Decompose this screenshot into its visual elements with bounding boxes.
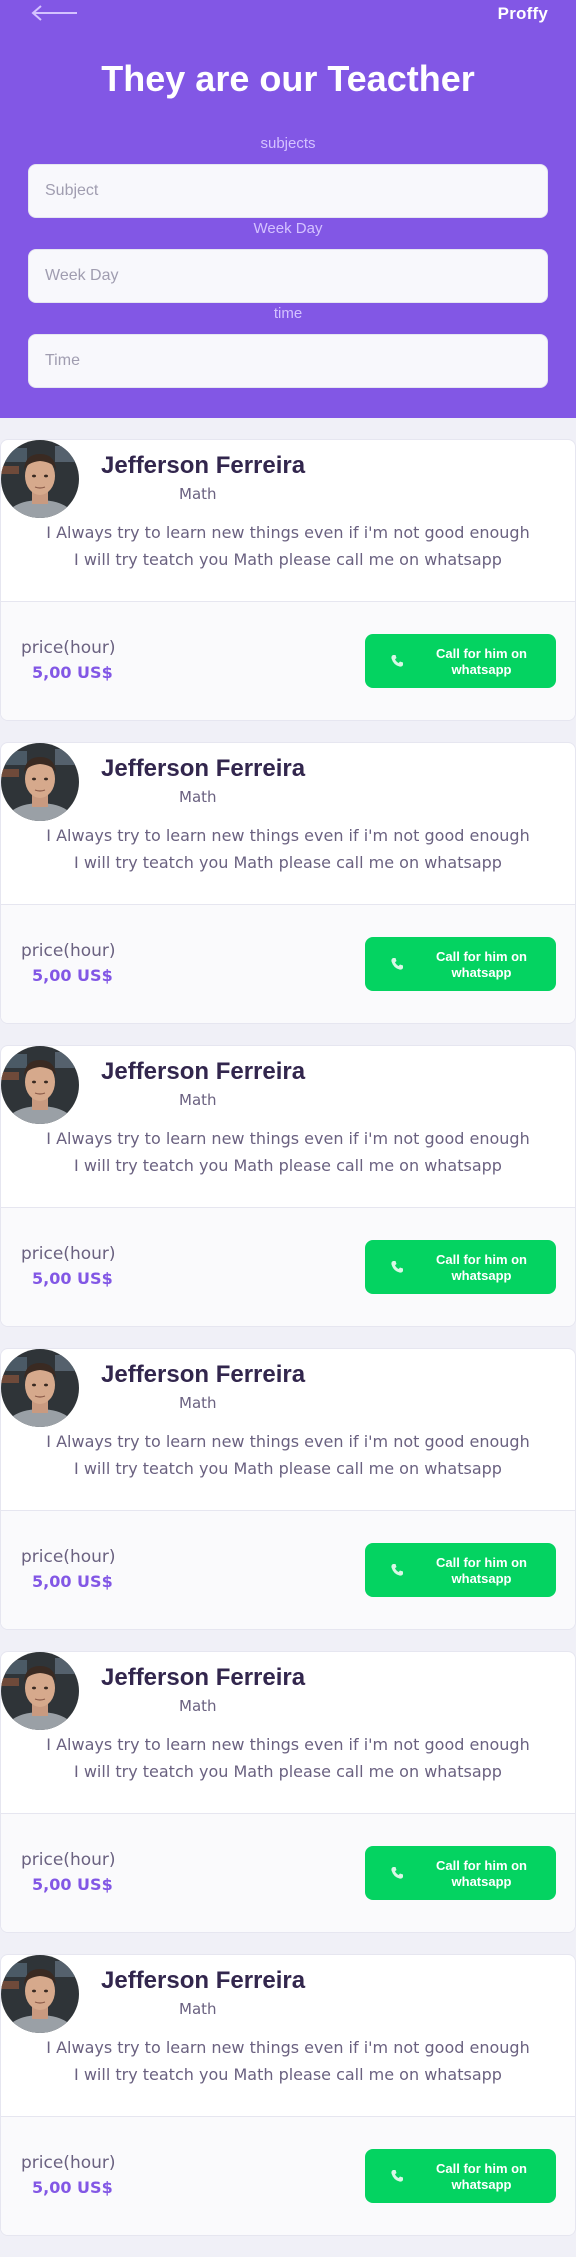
bio-line: I will try teatch you Math please call m… <box>74 853 502 872</box>
subject-label: subjects <box>260 135 316 152</box>
bio-line: I Always try to learn new things even if… <box>46 1735 530 1754</box>
teacher-card: Jefferson Ferreira Math I Always try to … <box>0 1045 576 1327</box>
teacher-name: Jefferson Ferreira <box>101 1058 306 1085</box>
whatsapp-call-button[interactable]: Call for him on whatsapp <box>365 634 556 688</box>
button-label: Call for him on whatsapp <box>436 646 527 677</box>
whatsapp-icon <box>391 2170 403 2182</box>
button-label: Call for him on whatsapp <box>436 1858 527 1889</box>
whatsapp-icon <box>391 1564 403 1576</box>
teacher-avatar <box>1 1046 79 1124</box>
whatsapp-call-button[interactable]: Call for him on whatsapp <box>365 937 556 991</box>
button-label: Call for him on whatsapp <box>436 1555 527 1586</box>
teacher-bio: I Always try to learn new things even if… <box>1 1125 575 1179</box>
bio-line: I will try teatch you Math please call m… <box>74 1156 502 1175</box>
card-footer: price(hour) 5,00 US$ Call for him on wha… <box>1 904 575 1023</box>
whatsapp-icon <box>391 1261 403 1273</box>
bio-line: I will try teatch you Math please call m… <box>74 1459 502 1478</box>
button-label: Call for him on whatsapp <box>436 2161 527 2192</box>
bio-line: I Always try to learn new things even if… <box>46 523 530 542</box>
teacher-photo <box>1 1955 79 2033</box>
week-day-input[interactable] <box>28 249 548 303</box>
subject-input[interactable] <box>28 164 548 218</box>
teacher-subject: Math <box>179 788 217 806</box>
teacher-bio: I Always try to learn new things even if… <box>1 1731 575 1785</box>
teacher-card: Jefferson Ferreira Math I Always try to … <box>0 742 576 1024</box>
teacher-name: Jefferson Ferreira <box>101 1361 306 1388</box>
whatsapp-call-button[interactable]: Call for him on whatsapp <box>365 1846 556 1900</box>
time-label: time <box>273 305 303 322</box>
teacher-card: Jefferson Ferreira Math I Always try to … <box>0 1954 576 2236</box>
teacher-avatar <box>1 1349 79 1427</box>
teacher-avatar <box>1 1955 79 2033</box>
teacher-photo <box>1 1349 79 1427</box>
week-day-label: Week Day <box>253 220 323 237</box>
price-label: price(hour) <box>21 1244 116 1264</box>
button-label: Call for him on whatsapp <box>436 949 527 980</box>
teacher-photo <box>1 1652 79 1730</box>
teacher-bio: I Always try to learn new things even if… <box>1 1428 575 1482</box>
bio-line: I will try teatch you Math please call m… <box>74 550 502 569</box>
teacher-subject: Math <box>179 1697 217 1715</box>
teacher-bio: I Always try to learn new things even if… <box>1 2034 575 2088</box>
bio-line: I Always try to learn new things even if… <box>46 1129 530 1148</box>
teacher-name: Jefferson Ferreira <box>101 1967 306 1994</box>
price-label: price(hour) <box>21 1547 116 1567</box>
page-header: Proffy They are our Teacther subjects We… <box>0 0 576 418</box>
price-label: price(hour) <box>21 2153 116 2173</box>
card-footer: price(hour) 5,00 US$ Call for him on wha… <box>1 601 575 720</box>
time-input[interactable] <box>28 334 548 388</box>
price-value: 5,00 US$ <box>32 663 113 682</box>
price-value: 5,00 US$ <box>32 966 113 985</box>
bio-line: I Always try to learn new things even if… <box>46 826 530 845</box>
price-value: 5,00 US$ <box>32 1269 113 1288</box>
page-title: They are our Teacther <box>101 58 475 99</box>
teacher-photo <box>1 743 79 821</box>
whatsapp-call-button[interactable]: Call for him on whatsapp <box>365 1240 556 1294</box>
card-footer: price(hour) 5,00 US$ Call for him on wha… <box>1 1207 575 1326</box>
bio-line: I will try teatch you Math please call m… <box>74 1762 502 1781</box>
card-footer: price(hour) 5,00 US$ Call for him on wha… <box>1 1813 575 1932</box>
teacher-photo <box>1 1046 79 1124</box>
teacher-bio: I Always try to learn new things even if… <box>1 822 575 876</box>
bio-line: I Always try to learn new things even if… <box>46 2038 530 2057</box>
bio-line: I Always try to learn new things even if… <box>46 1432 530 1451</box>
teacher-name: Jefferson Ferreira <box>101 1664 306 1691</box>
teacher-card: Jefferson Ferreira Math I Always try to … <box>0 439 576 721</box>
price-value: 5,00 US$ <box>32 1875 113 1894</box>
teacher-avatar <box>1 440 79 518</box>
bio-line: I will try teatch you Math please call m… <box>74 2065 502 2084</box>
card-footer: price(hour) 5,00 US$ Call for him on wha… <box>1 1510 575 1629</box>
logo: Proffy <box>497 4 548 23</box>
whatsapp-call-button[interactable]: Call for him on whatsapp <box>365 2149 556 2203</box>
price-label: price(hour) <box>21 941 116 961</box>
teacher-avatar <box>1 1652 79 1730</box>
teacher-name: Jefferson Ferreira <box>101 755 306 782</box>
whatsapp-call-button[interactable]: Call for him on whatsapp <box>365 1543 556 1597</box>
price-label: price(hour) <box>21 1850 116 1870</box>
arrow-left-icon[interactable] <box>30 4 78 22</box>
teacher-subject: Math <box>179 2000 217 2018</box>
button-label: Call for him on whatsapp <box>436 1252 527 1283</box>
teacher-card: Jefferson Ferreira Math I Always try to … <box>0 1651 576 1933</box>
card-footer: price(hour) 5,00 US$ Call for him on wha… <box>1 2116 575 2235</box>
teacher-list: Jefferson Ferreira Math I Always try to … <box>0 439 576 2257</box>
teacher-bio: I Always try to learn new things even if… <box>1 519 575 573</box>
teacher-subject: Math <box>179 1394 217 1412</box>
teacher-avatar <box>1 743 79 821</box>
whatsapp-icon <box>391 1867 403 1879</box>
price-value: 5,00 US$ <box>32 2178 113 2197</box>
teacher-photo <box>1 440 79 518</box>
price-value: 5,00 US$ <box>32 1572 113 1591</box>
price-label: price(hour) <box>21 638 116 658</box>
teacher-name: Jefferson Ferreira <box>101 452 306 479</box>
whatsapp-icon <box>391 958 403 970</box>
teacher-card: Jefferson Ferreira Math I Always try to … <box>0 1348 576 1630</box>
teacher-subject: Math <box>179 1091 217 1109</box>
teacher-subject: Math <box>179 485 217 503</box>
whatsapp-icon <box>391 655 403 667</box>
